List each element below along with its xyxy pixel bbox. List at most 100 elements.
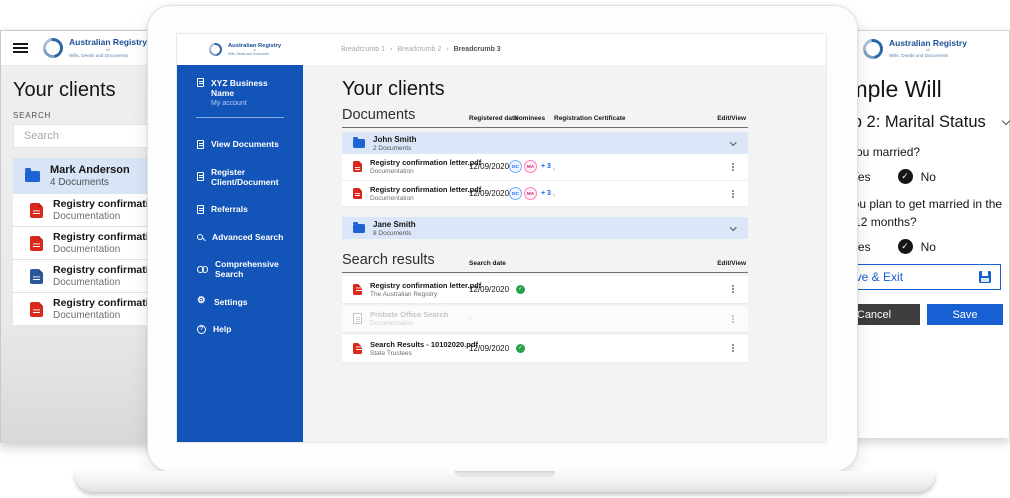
registered-date: 12/09/2020 <box>469 189 509 198</box>
kebab-menu-icon[interactable] <box>732 190 734 192</box>
pdf-file-icon <box>353 343 362 354</box>
column-registered-date: Registered date <box>469 115 518 122</box>
verified-check-icon <box>516 285 525 294</box>
registered-date: 12/09/2020 <box>469 162 509 171</box>
sidebar-item-help[interactable]: Help <box>177 324 303 334</box>
sidebar-item-label: Advanced Search <box>212 232 283 242</box>
sidebar-item-register-client-document[interactable]: Register Client/Document <box>177 167 303 187</box>
search-result-row-pending[interactable]: Probate Office Search Documentation - <box>342 306 748 333</box>
search-date-value: 12/09/2020 <box>469 344 509 353</box>
result-title: Search Results - 10102020.pdf <box>370 340 478 349</box>
search-results-heading-row: Search results Search date Edit/View <box>342 251 748 273</box>
search-results-heading: Search results <box>342 252 435 268</box>
account-name: XYZ Business Name <box>211 78 293 98</box>
result-subtitle: State Trustees <box>370 350 478 357</box>
breadcrumb-item[interactable]: Breadcrumb 1 <box>341 46 385 53</box>
brand-logo: Australian Registry of Wills, Deeds and … <box>863 39 967 59</box>
nominees: DC MA + 3 <box>509 160 551 173</box>
radio-no[interactable]: No <box>898 239 936 254</box>
radio-no[interactable]: No <box>898 169 936 184</box>
documents-heading: Documents <box>342 107 415 123</box>
document-table-row[interactable]: Registry confirmation letter.pdf Documen… <box>342 154 748 181</box>
search-date: 12/09/2020 <box>469 285 525 294</box>
brand-tagline: Wills, Deeds and Documents <box>228 53 281 57</box>
result-subtitle: The Australian Registry <box>370 291 481 298</box>
save-button[interactable]: Save <box>927 304 1003 325</box>
collapse-chevron-icon[interactable] <box>730 224 736 230</box>
logo-swirl-icon <box>39 34 67 62</box>
kebab-menu-icon[interactable] <box>732 163 734 165</box>
verified-check-icon <box>516 344 525 353</box>
nominee-avatar[interactable]: MA <box>524 160 537 173</box>
sidebar-account[interactable]: XYZ Business Name My account <box>177 65 303 107</box>
brand-tagline: Wills, Deeds and Documents <box>69 53 147 58</box>
sidebar-item-label: Help <box>213 324 231 334</box>
sidebar-item-advanced-search[interactable]: Advanced Search <box>177 232 303 242</box>
brand-logo: Australian Registry of Wills, Deeds and … <box>209 43 281 57</box>
client-group-john-smith[interactable]: John Smith 2 Documents <box>342 132 748 154</box>
app-sidebar: XYZ Business Name My account View Docume… <box>177 65 303 442</box>
account-subtitle: My account <box>211 100 293 107</box>
client-doc-count: 4 Documents <box>50 177 130 188</box>
sidebar-item-label: Comprehensive Search <box>215 259 303 279</box>
kebab-menu-icon[interactable] <box>732 315 734 317</box>
search-result-row[interactable]: Registry confirmation letter.pdf The Aus… <box>342 276 748 303</box>
file-icon <box>353 313 362 324</box>
folder-icon <box>353 224 365 233</box>
sidebar-item-comprehensive-search[interactable]: Comprehensive Search <box>177 259 303 279</box>
pdf-file-icon <box>353 161 362 172</box>
group-count: 8 Documents <box>373 230 416 237</box>
sidebar-item-referrals[interactable]: Referrals <box>177 204 303 214</box>
folder-icon <box>25 171 40 182</box>
kebab-menu-icon[interactable] <box>732 344 734 346</box>
documents-section: Documents Registered date Nominees Regis… <box>342 106 748 239</box>
breadcrumb-separator: › <box>446 46 448 53</box>
folder-icon <box>353 139 365 148</box>
column-nominees: Nominees <box>514 115 545 122</box>
page: Australian Registry of Wills, Deeds and … <box>0 0 1010 498</box>
app-header: Australian Registry of Wills, Deeds and … <box>177 34 826 65</box>
gear-icon <box>197 297 207 307</box>
radio-checked-icon[interactable] <box>898 169 913 184</box>
kebab-menu-icon[interactable] <box>732 285 734 287</box>
sidebar-item-label: Register Client/Document <box>211 167 303 187</box>
document-subtitle: Documentation <box>370 195 481 202</box>
business-icon <box>197 78 204 87</box>
hamburger-menu-icon[interactable] <box>13 43 28 53</box>
breadcrumb-item[interactable]: Breadcrumb 2 <box>397 46 441 53</box>
pdf-file-icon <box>30 236 43 251</box>
nominee-avatar[interactable]: MA <box>524 187 537 200</box>
pdf-file-icon <box>30 302 43 317</box>
nominee-avatar[interactable]: DC <box>509 187 522 200</box>
radio-checked-icon[interactable] <box>898 239 913 254</box>
breadcrumb: Breadcrumb 1 › Breadcrumb 2 › Breadcrumb… <box>341 46 501 53</box>
radio-no-label: No <box>921 240 936 254</box>
nominee-more-count[interactable]: + 3 <box>541 190 551 197</box>
collapse-chevron-icon[interactable] <box>730 139 736 145</box>
pdf-file-icon <box>30 203 43 218</box>
chevron-down-icon <box>1002 116 1010 124</box>
sidebar-item-settings[interactable]: Settings <box>177 297 303 307</box>
document-icon <box>197 140 204 149</box>
brand-logo: Australian Registry of Wills, Deeds and … <box>43 38 147 58</box>
document-title: Registry confirmation letter.pdf <box>370 158 481 167</box>
search-date: 12/09/2020 <box>469 344 525 353</box>
pdf-file-icon <box>353 284 362 295</box>
logo-swirl-icon <box>859 35 887 63</box>
laptop-base <box>75 471 935 492</box>
nominee-avatar[interactable]: DC <box>509 160 522 173</box>
column-search-date: Search date <box>469 260 506 267</box>
documents-heading-row: Documents Registered date Nominees Regis… <box>342 106 748 128</box>
sidebar-item-view-documents[interactable]: View Documents <box>177 139 303 149</box>
search-result-row[interactable]: Search Results - 10102020.pdf State Trus… <box>342 335 748 362</box>
result-subtitle: Documentation <box>370 320 448 327</box>
laptop-screen: Australian Registry of Wills, Deeds and … <box>176 33 827 443</box>
client-name: Mark Anderson <box>50 164 130 176</box>
search-date-value: 12/09/2020 <box>469 285 509 294</box>
client-group-jane-smith[interactable]: Jane Smith 8 Documents <box>342 217 748 239</box>
column-edit-view: Edit/View <box>717 115 746 122</box>
document-table-row[interactable]: Registry confirmation letter.pdf Documen… <box>342 181 748 208</box>
nominee-more-count[interactable]: + 3 <box>541 163 551 170</box>
radio-no-label: No <box>921 170 936 184</box>
group-count: 2 Documents <box>373 145 417 152</box>
